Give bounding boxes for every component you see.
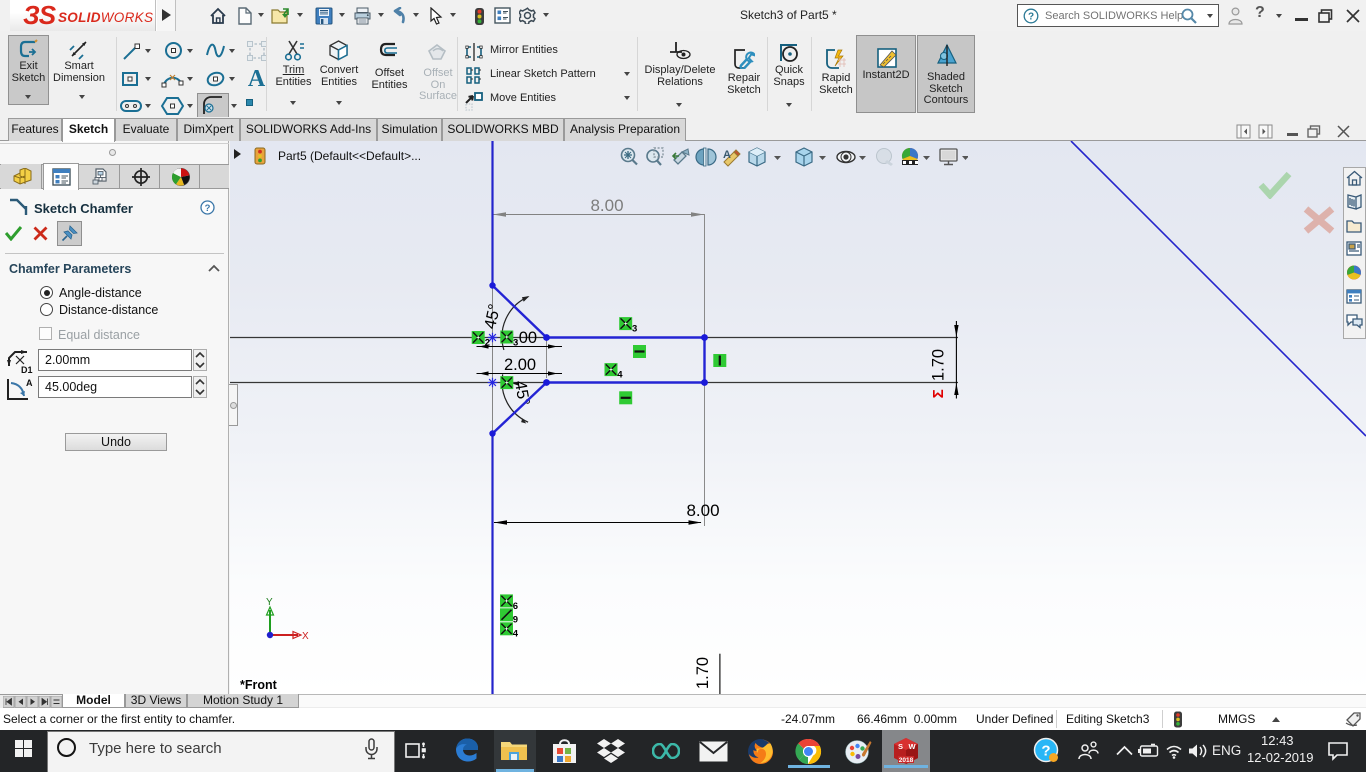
svg-text:2018: 2018 <box>899 757 914 764</box>
svg-text:Σ: Σ <box>930 389 947 398</box>
svg-text:1.70: 1.70 <box>694 657 712 689</box>
svg-text:D1: D1 <box>21 365 33 374</box>
svg-text:?: ? <box>1028 12 1034 23</box>
svg-text:4: 4 <box>513 629 519 640</box>
svg-text:2.00: 2.00 <box>504 356 536 374</box>
svg-text:X: X <box>302 631 309 642</box>
svg-text:3: 3 <box>513 338 518 349</box>
svg-text:2: 2 <box>485 338 490 349</box>
svg-text:8.00: 8.00 <box>686 501 719 520</box>
svg-text:9: 9 <box>513 615 518 626</box>
svg-text:S: S <box>898 742 903 751</box>
svg-text:A: A <box>26 378 33 388</box>
svg-text:?: ? <box>205 203 211 214</box>
svg-text:4: 4 <box>617 370 623 381</box>
svg-text:8.00: 8.00 <box>590 196 623 215</box>
svg-text:45°: 45° <box>481 302 504 330</box>
svg-text:A: A <box>723 149 731 161</box>
svg-text:W: W <box>909 742 917 751</box>
svg-text:*Front: *Front <box>240 678 278 692</box>
svg-text:3: 3 <box>632 324 637 335</box>
svg-text:6: 6 <box>513 601 518 612</box>
svg-text:45°: 45° <box>511 379 533 407</box>
svg-text:Y: Y <box>266 597 273 608</box>
svg-text:1.70: 1.70 <box>930 349 948 381</box>
